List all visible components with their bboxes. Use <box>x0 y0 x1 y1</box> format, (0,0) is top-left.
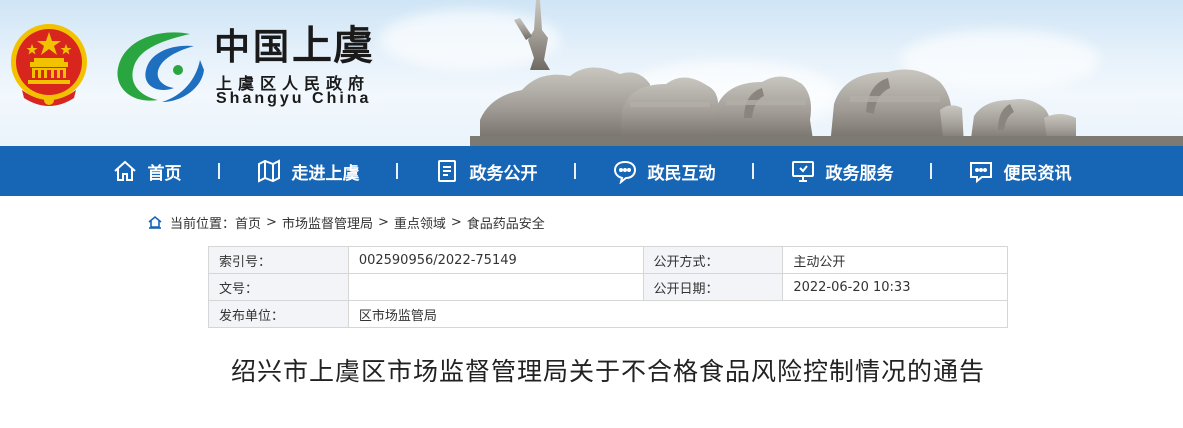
publish-date-value: 2022-06-20 10:33 <box>782 273 1008 301</box>
site-title-english: Shangyu China <box>216 90 372 107</box>
breadcrumb-link-home[interactable]: 首页 <box>235 213 261 232</box>
nav-item-label: 政务公开 <box>469 163 538 184</box>
publisher-value: 区市场监管局 <box>347 300 1009 328</box>
nav-divider <box>929 163 932 179</box>
main-nav: 首页 走进上虞 政务公开 政民互动 政务服务 便民资讯 <box>0 146 1183 196</box>
breadcrumb-link-food-drug-safety[interactable]: 食品药品安全 <box>467 213 545 232</box>
message-icon <box>969 162 992 184</box>
nav-item-news[interactable]: 便民资讯 <box>932 146 1108 196</box>
publisher-label: 发布单位： <box>208 300 349 328</box>
nav-divider <box>751 163 754 179</box>
site-title: 中国上虞 <box>214 22 375 69</box>
publish-date-label: 公开日期： <box>642 273 784 301</box>
index-label: 索引号： <box>208 246 349 274</box>
chat-icon <box>613 160 636 184</box>
monitor-icon <box>791 161 814 182</box>
doc-number-label: 文号： <box>208 273 349 301</box>
shangyu-logo-icon <box>117 32 204 102</box>
home-icon <box>148 215 162 229</box>
method-value: 主动公开 <box>782 246 1008 274</box>
map-icon <box>257 159 280 183</box>
table-row: 索引号： 002590956/2022-75149 公开方式： 主动公开 <box>208 246 1008 274</box>
home-icon <box>113 160 136 181</box>
index-value: 002590956/2022-75149 <box>347 246 644 274</box>
elephant-statues-image <box>470 0 1183 146</box>
nav-item-label: 便民资讯 <box>1003 163 1072 184</box>
document-icon <box>437 160 456 182</box>
breadcrumb-separator: > <box>266 214 277 230</box>
document-info-table: 索引号： 002590956/2022-75149 公开方式： 主动公开 文号：… <box>208 246 1009 328</box>
nav-item-open-government[interactable]: 政务公开 <box>398 146 574 196</box>
nav-item-services[interactable]: 政务服务 <box>754 146 930 196</box>
table-row: 发布单位： 区市场监管局 <box>208 300 1009 328</box>
breadcrumb: 当前位置： 首页 > 市场监督管理局 > 重点领域 > 食品药品安全 <box>148 212 545 232</box>
nav-item-label: 政务服务 <box>825 163 894 184</box>
table-row: 文号： 公开日期： 2022-06-20 10:33 <box>208 273 1008 301</box>
nav-item-label: 政民互动 <box>647 163 716 184</box>
doc-number-value <box>347 273 644 301</box>
nav-divider <box>217 163 220 179</box>
nav-item-label: 首页 <box>147 163 182 184</box>
method-label: 公开方式： <box>642 246 784 274</box>
breadcrumb-link-key-areas[interactable]: 重点领域 <box>394 213 446 232</box>
header-banner: 中国上虞 上虞区人民政府 Shangyu China <box>0 0 1183 146</box>
breadcrumb-prefix: 当前位置： <box>170 216 236 232</box>
breadcrumb-separator: > <box>450 214 462 230</box>
breadcrumb-separator: > <box>377 214 389 230</box>
national-emblem-icon <box>11 24 87 106</box>
nav-item-label: 走进上虞 <box>291 163 360 184</box>
nav-item-home[interactable]: 首页 <box>76 146 218 196</box>
nav-item-interaction[interactable]: 政民互动 <box>576 146 752 196</box>
article-title: 绍兴市上虞区市场监督管理局关于不合格食品风险控制情况的通告 <box>230 357 985 386</box>
nav-divider <box>395 163 398 179</box>
breadcrumb-link-market-bureau[interactable]: 市场监督管理局 <box>282 213 373 232</box>
nav-item-about[interactable]: 走进上虞 <box>220 146 396 196</box>
nav-divider <box>573 163 576 179</box>
